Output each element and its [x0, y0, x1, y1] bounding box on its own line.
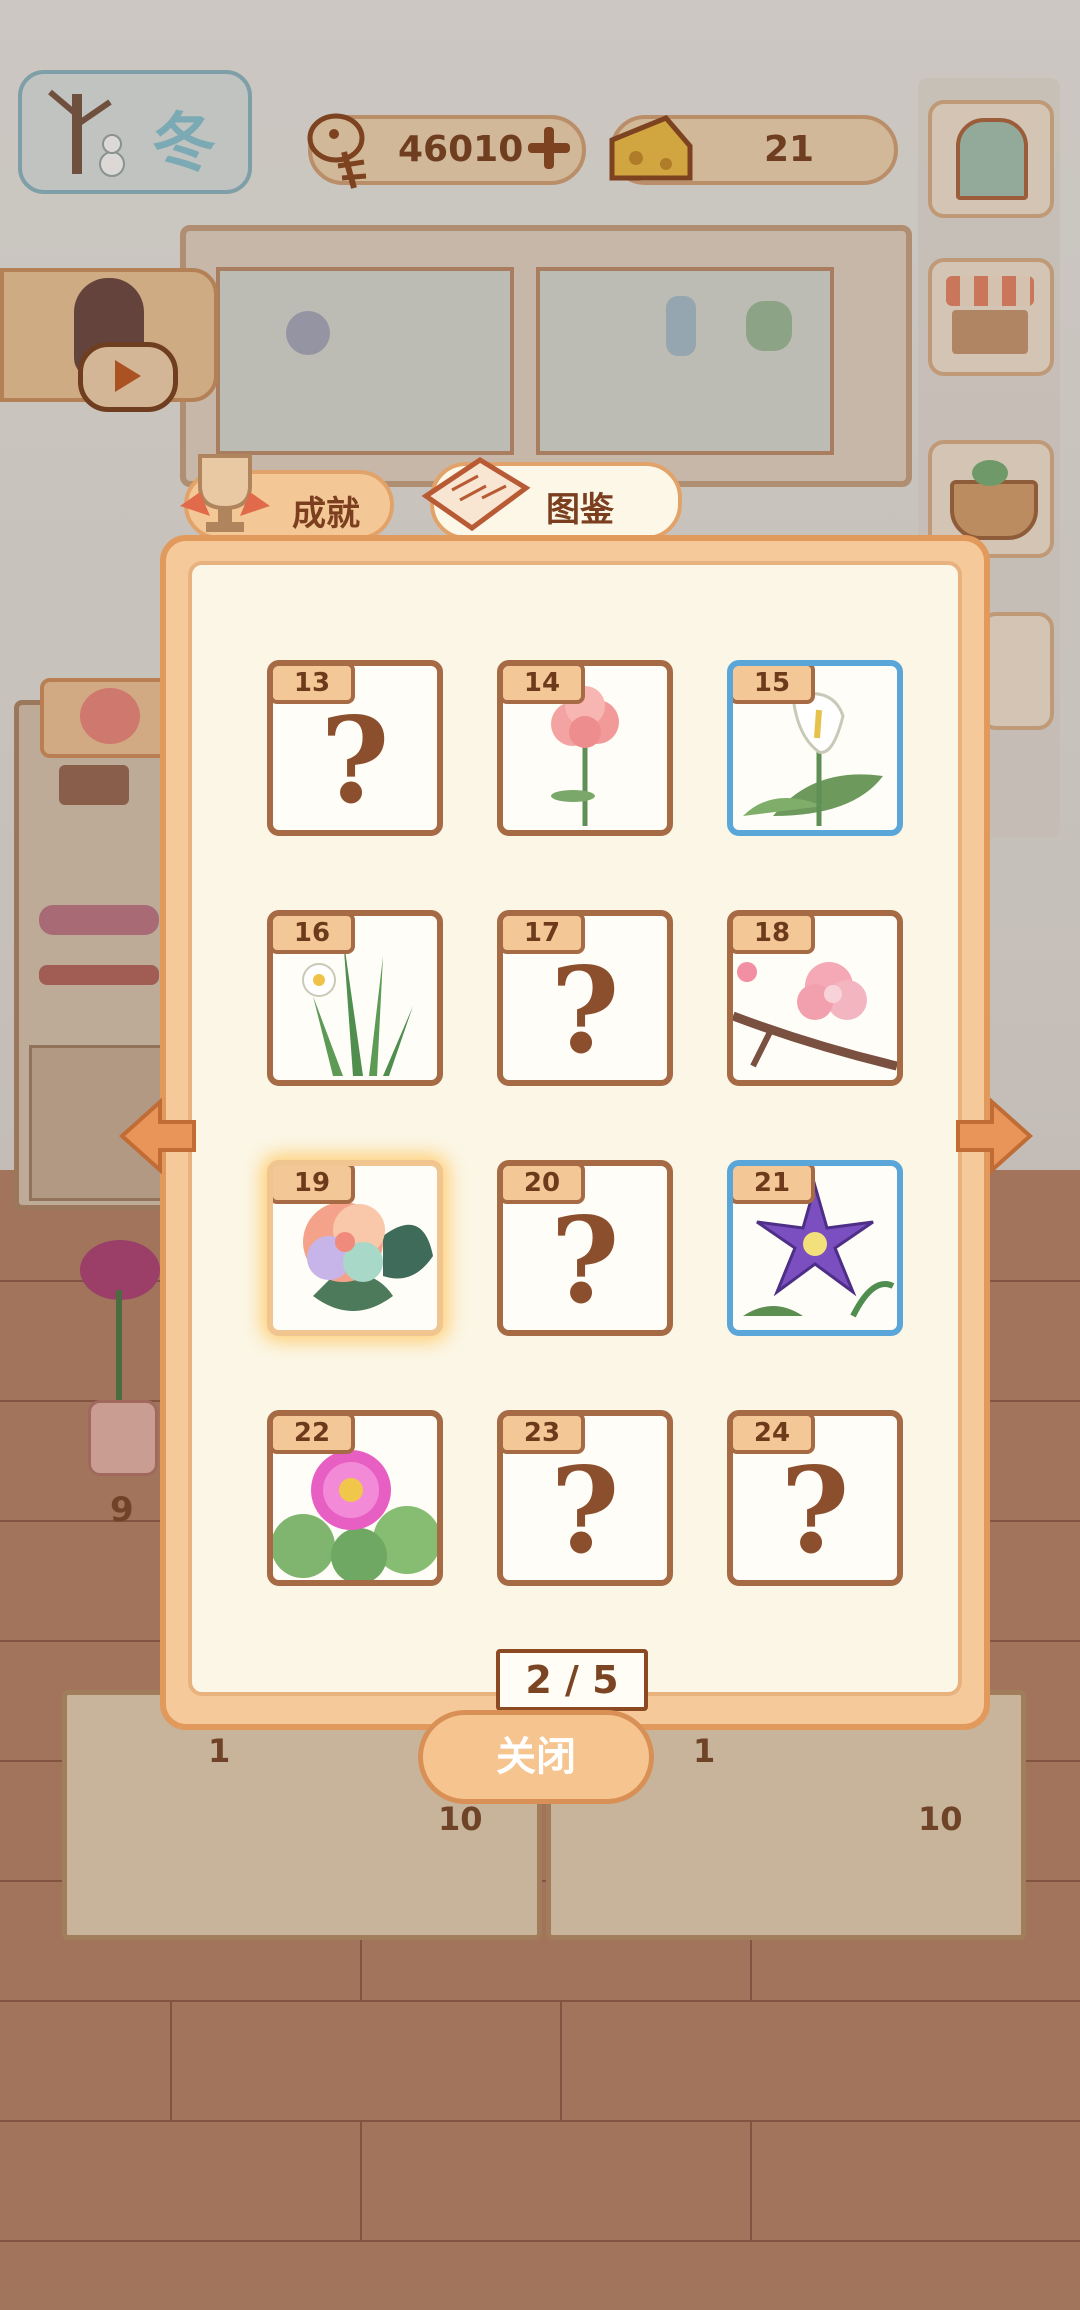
collection-card[interactable]: 15: [727, 660, 903, 836]
card-number: 21: [733, 1166, 815, 1204]
tab-collection-label: 图鉴: [546, 490, 614, 530]
card-number: 14: [503, 666, 585, 704]
unknown-flower-icon: ?: [550, 1191, 620, 1330]
collection-card[interactable]: 16: [267, 910, 443, 1086]
card-number: 22: [273, 1416, 355, 1454]
next-page-button[interactable]: [948, 1096, 1038, 1176]
collection-card[interactable]: 23 ?: [497, 1410, 673, 1586]
card-number: 13: [273, 666, 355, 704]
card-number: 20: [503, 1166, 585, 1204]
trophy-icon: [180, 454, 270, 532]
page-indicator-text: 2 / 5: [525, 1658, 619, 1702]
unknown-flower-icon: ?: [550, 1441, 620, 1580]
unknown-flower-icon: ?: [550, 941, 620, 1080]
collection-modal: 13 ? 14 15 16 17 ? 18 19 20 ? 21 22 23 ?…: [160, 535, 990, 1730]
arrow-left-icon: [119, 1097, 196, 1175]
collection-card[interactable]: 13 ?: [267, 660, 443, 836]
page-indicator: 2 / 5: [496, 1649, 648, 1711]
card-number: 24: [733, 1416, 815, 1454]
card-number: 18: [733, 916, 815, 954]
collection-card[interactable]: 22: [267, 1410, 443, 1586]
unknown-flower-icon: ?: [320, 691, 390, 830]
book-icon: [421, 457, 531, 532]
unknown-flower-icon: ?: [780, 1441, 850, 1580]
collection-panel: 13 ? 14 15 16 17 ? 18 19 20 ? 21 22 23 ?…: [188, 561, 962, 1711]
card-number: 23: [503, 1416, 585, 1454]
arrow-right-icon: [956, 1097, 1033, 1175]
close-button-label: 关闭: [496, 1734, 576, 1780]
collection-card[interactable]: 14: [497, 660, 673, 836]
collection-card[interactable]: 18: [727, 910, 903, 1086]
card-number: 19: [273, 1166, 355, 1204]
card-number: 17: [503, 916, 585, 954]
card-number: 16: [273, 916, 355, 954]
collection-card[interactable]: 19: [267, 1160, 443, 1336]
tab-achievements-label: 成就: [292, 494, 360, 534]
collection-card[interactable]: 24 ?: [727, 1410, 903, 1586]
previous-page-button[interactable]: [114, 1096, 204, 1176]
close-button[interactable]: 关闭: [418, 1710, 654, 1804]
collection-card[interactable]: 20 ?: [497, 1160, 673, 1336]
collection-card[interactable]: 21: [727, 1160, 903, 1336]
collection-card[interactable]: 17 ?: [497, 910, 673, 1086]
card-number: 15: [733, 666, 815, 704]
